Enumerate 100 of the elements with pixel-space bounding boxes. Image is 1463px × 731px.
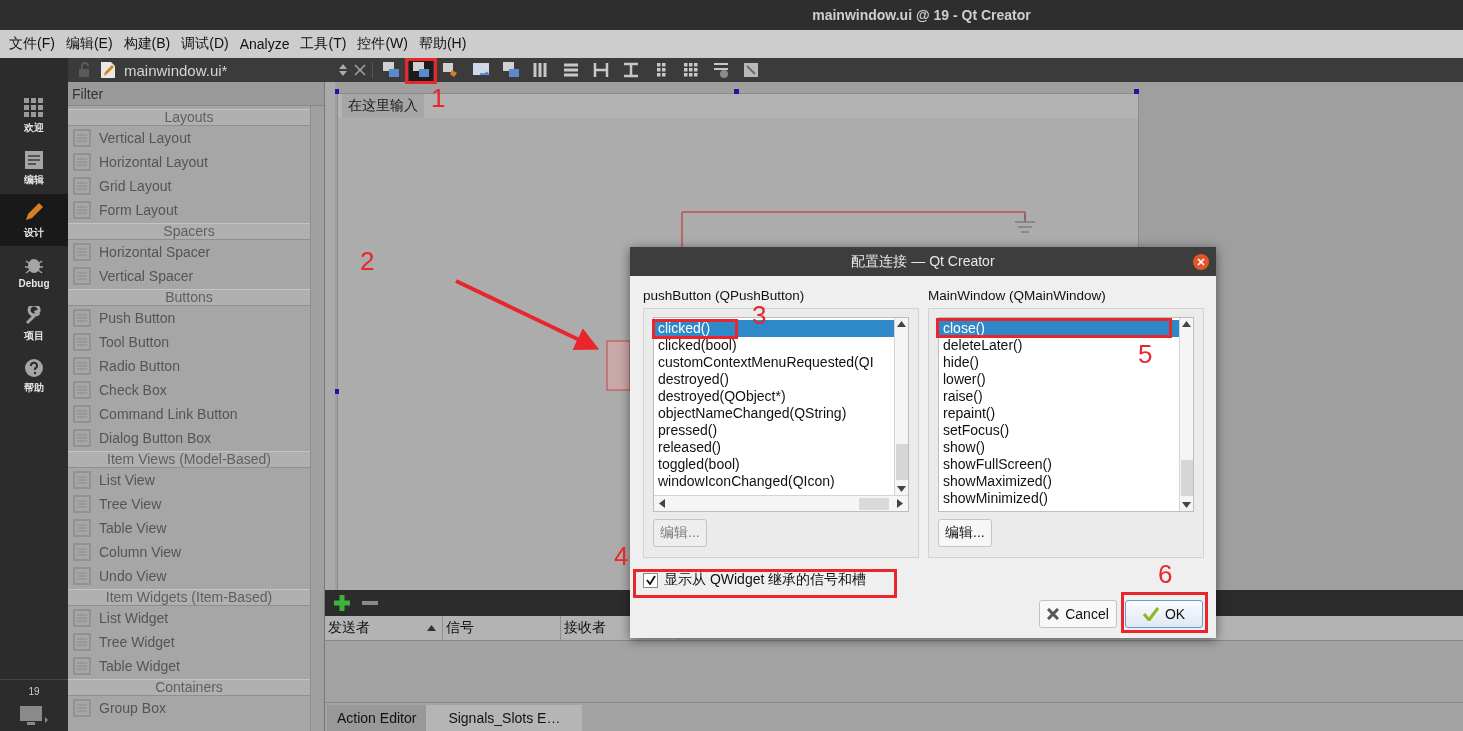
document-name[interactable]: mainwindow.ui* (124, 61, 324, 79)
up-down-icon[interactable] (338, 63, 348, 77)
list-item[interactable]: setFocus() (939, 422, 1010, 439)
ok-button[interactable]: OK (1125, 600, 1203, 628)
list-item[interactable]: objectNameChanged(QString) (654, 405, 847, 422)
selection-handle[interactable] (335, 389, 339, 394)
scroll-left-icon[interactable] (659, 499, 665, 508)
scrollbar[interactable] (310, 106, 324, 731)
list-item[interactable]: deleteLater() (939, 337, 1023, 354)
menu-placeholder[interactable]: 在这里输入 (342, 94, 424, 118)
file-icon (100, 61, 116, 79)
list-item[interactable]: destroyed(QObject*) (654, 388, 786, 405)
mode-label: 项目 (24, 328, 44, 343)
mode-label: 帮助 (24, 380, 44, 395)
help-icon (24, 357, 44, 378)
widget-icon (73, 567, 91, 585)
tab[interactable]: Signals_Slots E… (426, 705, 583, 731)
mode-button[interactable]: 编辑 (0, 142, 68, 194)
widget-icon (73, 699, 91, 717)
scrollbar[interactable] (1179, 318, 1193, 511)
selection-handle[interactable] (335, 89, 339, 94)
widget-icon (73, 309, 91, 327)
menu-item[interactable]: 构建(B) (118, 35, 177, 53)
mode-button[interactable]: Debug (0, 246, 68, 298)
widget-icon (73, 633, 91, 651)
list-item[interactable]: show() (939, 439, 985, 456)
list-item[interactable]: customContextMenuRequested(QI (654, 354, 874, 371)
window-title: mainwindow.ui @ 19 - Qt Creator (812, 7, 1031, 23)
widget-icon (73, 177, 91, 195)
widget-icon (73, 405, 91, 423)
annotation-number: 6 (1158, 561, 1173, 587)
mode-label: 欢迎 (24, 120, 44, 135)
group-label: MainWindow (QMainWindow) (928, 288, 1107, 303)
menu-item[interactable]: 控件(W) (352, 35, 414, 53)
scroll-right-icon[interactable] (897, 499, 903, 508)
list-item[interactable]: raise() (939, 388, 983, 405)
scrollbar[interactable] (654, 495, 908, 511)
sort-arrow-icon (427, 625, 436, 631)
menu-item[interactable]: 编辑(E) (60, 35, 119, 53)
menu-item[interactable]: 帮助(H) (413, 35, 473, 53)
scrollbar-thumb[interactable] (859, 497, 889, 510)
list-item[interactable]: repaint() (939, 405, 996, 422)
scroll-down-icon[interactable] (897, 486, 906, 492)
column-header[interactable]: 发送者 (325, 616, 443, 640)
scrollbar-thumb[interactable] (1180, 460, 1193, 496)
pencil-icon (23, 200, 45, 223)
mode-button[interactable]: 帮助 (0, 350, 68, 402)
list-item[interactable]: released() (654, 439, 722, 456)
checkmark-icon (1142, 607, 1159, 621)
widget-icon (73, 429, 91, 447)
list-item[interactable]: toggled(bool) (654, 456, 740, 473)
grid-icon (24, 97, 44, 118)
add-icon[interactable] (333, 594, 351, 612)
annotation-number: 1 (431, 85, 446, 111)
mode-button[interactable]: 欢迎 (0, 90, 68, 142)
cancel-button[interactable]: Cancel (1039, 600, 1117, 628)
inherited-checkbox[interactable]: 显示从 QWidget 继承的信号和槽 (643, 570, 867, 590)
monitor-icon[interactable] (19, 705, 49, 727)
scroll-up-icon[interactable] (1182, 321, 1191, 327)
push-button-widget[interactable] (606, 340, 631, 391)
scroll-down-icon[interactable] (1182, 502, 1191, 508)
document-icon (24, 149, 44, 170)
menu-item[interactable]: 文件(F) (4, 35, 61, 53)
group-label: pushButton (QPushButton) (643, 288, 806, 303)
checkbox[interactable] (643, 572, 658, 588)
list-item[interactable]: windowIconChanged(QIcon) (654, 473, 835, 490)
list-item[interactable]: showMinimized() (939, 490, 1049, 507)
list-item[interactable]: pressed() (654, 422, 718, 439)
widget-icon (73, 357, 91, 375)
filter-field[interactable]: Filter (68, 82, 324, 106)
menu-item[interactable]: 调试(D) (176, 35, 235, 53)
mode-button[interactable]: 项目 (0, 298, 68, 350)
widget-icon (73, 267, 91, 285)
list-item[interactable]: showMaximized() (939, 473, 1052, 490)
scrollbar-thumb[interactable] (895, 444, 908, 480)
widget-icon (73, 471, 91, 489)
highlight-frame (405, 58, 437, 84)
mode-label: Debug (18, 278, 50, 289)
scroll-up-icon[interactable] (897, 321, 906, 327)
annotation-number: 5 (1138, 341, 1153, 367)
close-icon[interactable] (1193, 254, 1209, 270)
widget-icon (73, 495, 91, 513)
list-item[interactable]: lower() (939, 371, 986, 388)
scrollbar[interactable] (894, 318, 908, 495)
list-item[interactable]: hide() (939, 354, 979, 371)
mode-button[interactable]: 设计 (0, 194, 68, 246)
column-header[interactable]: 信号 (443, 616, 561, 640)
menu-item[interactable]: 工具(T) (295, 35, 353, 53)
widget-icon (73, 381, 91, 399)
menu-item[interactable]: Analyze (234, 36, 296, 52)
widget-icon (73, 153, 91, 171)
annotation-number: 2 (360, 248, 375, 274)
mode-label: 设计 (24, 225, 44, 240)
list-item[interactable]: clicked(bool) (654, 337, 737, 354)
list-item[interactable]: showFullScreen() (939, 456, 1052, 473)
widget-icon (73, 519, 91, 537)
list-item[interactable]: destroyed() (654, 371, 729, 388)
tab[interactable]: Action Editor (327, 705, 427, 731)
close-icon[interactable] (354, 64, 366, 76)
edit-button[interactable]: 编辑... (938, 519, 992, 547)
